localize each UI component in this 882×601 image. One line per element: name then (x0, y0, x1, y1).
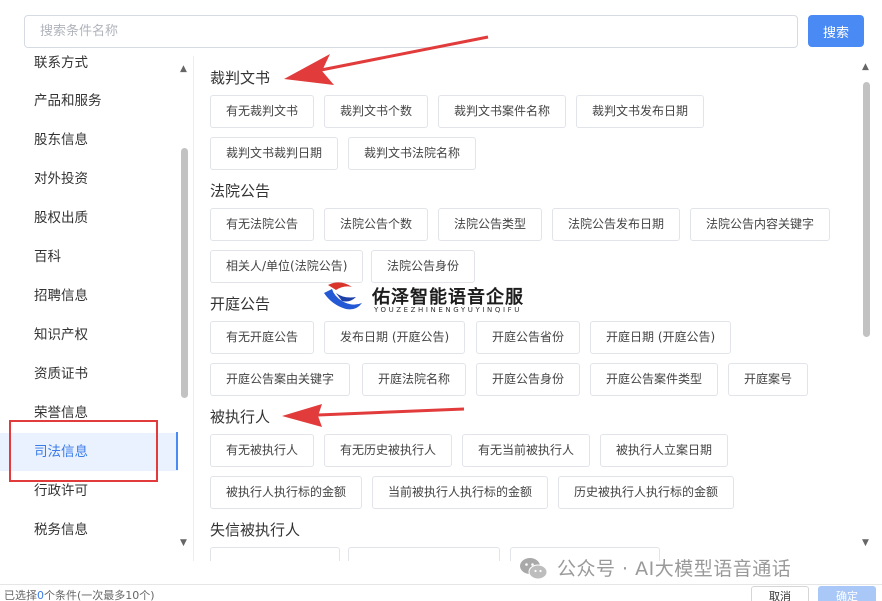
annotation-highlight-box (9, 420, 158, 482)
section-title-hearing-notices: 开庭公告 (210, 295, 271, 313)
tag[interactable]: 有无当前被执行人 (462, 434, 591, 467)
tag[interactable]: 法院公告内容关键字 (690, 208, 831, 241)
watermark-subtitle: YOUZEZHINENGYUYINQIFU (374, 306, 523, 314)
tag[interactable]: 开庭案号 (728, 363, 809, 396)
tag[interactable] (210, 547, 340, 561)
tag[interactable]: 裁判文书个数 (324, 95, 429, 128)
sidebar-item-ip[interactable]: 知识产权 (0, 317, 178, 353)
tag[interactable]: 有无开庭公告 (210, 321, 315, 354)
tag[interactable]: 有无被执行人 (210, 434, 315, 467)
tag[interactable]: 有无裁判文书 (210, 95, 315, 128)
selection-count: 0 (37, 589, 44, 601)
sidebar-item-contact[interactable]: 联系方式 (0, 52, 178, 81)
sidebar-item-encyclopedia[interactable]: 百科 (0, 239, 178, 275)
tag[interactable]: 法院公告个数 (324, 208, 429, 241)
confirm-button[interactable]: 确定 (818, 586, 876, 601)
tag[interactable]: 开庭公告省份 (476, 321, 581, 354)
tag[interactable]: 开庭日期 (开庭公告) (590, 321, 732, 354)
tag[interactable]: 发布日期 (开庭公告) (324, 321, 466, 354)
tag[interactable]: 裁判文书案件名称 (438, 95, 567, 128)
tag[interactable]: 法院公告发布日期 (552, 208, 681, 241)
tag[interactable]: 裁判文书发布日期 (576, 95, 705, 128)
tag[interactable]: 开庭公告身份 (476, 363, 581, 396)
tag[interactable]: 有无法院公告 (210, 208, 315, 241)
tag[interactable]: 历史被执行人执行标的金额 (558, 476, 735, 509)
triangle-up-icon[interactable]: ▲ (180, 64, 187, 74)
selection-prefix: 已选择 (4, 589, 37, 601)
search-button[interactable]: 搜索 (808, 15, 864, 47)
sidebar-item-tax[interactable]: 税务信息 (0, 512, 178, 548)
section-title-executed-persons: 被执行人 (210, 408, 271, 426)
tag[interactable]: 法院公告身份 (371, 250, 476, 283)
cancel-button[interactable]: 取消 (751, 586, 809, 601)
tag[interactable]: 开庭公告案由关键字 (210, 363, 351, 396)
triangle-down-icon[interactable]: ▼ (862, 538, 869, 548)
sidebar-item-products[interactable]: 产品和服务 (0, 83, 178, 119)
selection-suffix: 个条件(一次最多10个) (44, 589, 155, 601)
tag[interactable]: 裁判文书法院名称 (348, 137, 477, 170)
section-title-court-notices: 法院公告 (210, 182, 271, 200)
tag[interactable]: 有无历史被执行人 (324, 434, 453, 467)
triangle-up-icon[interactable]: ▲ (862, 62, 869, 72)
triangle-down-icon[interactable]: ▼ (180, 538, 187, 548)
tag[interactable]: 法院公告类型 (438, 208, 543, 241)
brand-logo (324, 282, 362, 310)
sidebar-item-investments[interactable]: 对外投资 (0, 161, 178, 197)
tag[interactable]: 裁判文书裁判日期 (210, 137, 339, 170)
sidebar-scrollbar-thumb[interactable] (181, 148, 188, 398)
tag[interactable]: 开庭法院名称 (362, 363, 467, 396)
sidebar-item-equity-pledge[interactable]: 股权出质 (0, 200, 178, 236)
filter-dialog: 搜索 联系方式 产品和服务 股东信息 对外投资 股权出质 百科 招聘信息 知识产… (0, 0, 882, 601)
sidebar-item-certificates[interactable]: 资质证书 (0, 356, 178, 392)
search-input[interactable] (24, 15, 798, 48)
tag[interactable] (348, 547, 500, 561)
tag[interactable]: 当前被执行人执行标的金额 (372, 476, 549, 509)
sidebar-item-recruitment[interactable]: 招聘信息 (0, 278, 178, 314)
wechat-icon (520, 558, 548, 580)
selection-status: 已选择0个条件(一次最多10个) (4, 587, 155, 601)
tag[interactable]: 被执行人执行标的金额 (210, 476, 363, 509)
tag[interactable]: 开庭公告案件类型 (590, 363, 719, 396)
tag[interactable]: 被执行人立案日期 (600, 434, 729, 467)
sidebar-item-shareholders[interactable]: 股东信息 (0, 122, 178, 158)
section-title-judgments: 裁判文书 (210, 69, 271, 87)
active-indicator (176, 432, 178, 470)
category-sidebar: 联系方式 产品和服务 股东信息 对外投资 股权出质 百科 招聘信息 知识产权 资… (0, 52, 178, 562)
section-title-dishonest-executed: 失信被执行人 (210, 521, 301, 539)
content-scrollbar-thumb[interactable] (863, 82, 870, 337)
wechat-watermark-text: 公众号 · AI大模型语音通话 (557, 558, 792, 580)
filter-content: 裁判文书 有无裁判文书 裁判文书个数 裁判文书案件名称 裁判文书发布日期 裁判文… (194, 56, 860, 561)
